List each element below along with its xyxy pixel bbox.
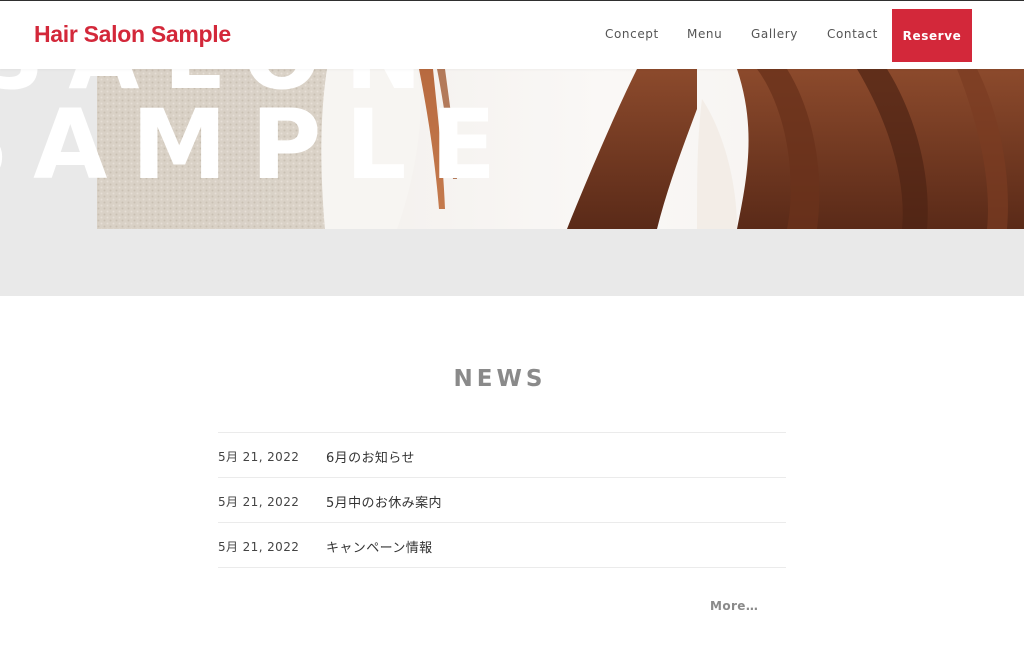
news-headline[interactable]: 6月のお知らせ — [326, 447, 415, 466]
news-item[interactable]: 5月 21, 2022 6月のお知らせ — [218, 433, 786, 478]
hero-section: SALON SAMPLE — [0, 69, 1024, 296]
hero-overlay-text-bottom: SAMPLE — [0, 89, 521, 201]
site-logo[interactable]: Hair Salon Sample — [34, 21, 231, 48]
nav-link-contact[interactable]: Contact — [827, 27, 878, 41]
reserve-button[interactable]: Reserve — [892, 9, 972, 62]
news-item[interactable]: 5月 21, 2022 5月中のお休み案内 — [218, 478, 786, 523]
news-date: 5月 21, 2022 — [218, 540, 300, 554]
nav-link-concept[interactable]: Concept — [605, 27, 659, 41]
news-heading: NEWS — [453, 366, 547, 392]
nav-link-menu[interactable]: Menu — [687, 27, 722, 41]
site-header: Hair Salon Sample Concept Menu Gallery C… — [0, 0, 1024, 69]
news-list: 5月 21, 2022 6月のお知らせ 5月 21, 2022 5月中のお休み案… — [218, 432, 786, 568]
more-link[interactable]: More… — [710, 599, 758, 613]
nav-link-gallery[interactable]: Gallery — [751, 27, 798, 41]
news-headline[interactable]: キャンペーン情報 — [326, 537, 433, 556]
news-headline[interactable]: 5月中のお休み案内 — [326, 492, 442, 511]
news-date: 5月 21, 2022 — [218, 450, 300, 464]
news-item[interactable]: 5月 21, 2022 キャンペーン情報 — [218, 523, 786, 568]
news-date: 5月 21, 2022 — [218, 495, 300, 509]
